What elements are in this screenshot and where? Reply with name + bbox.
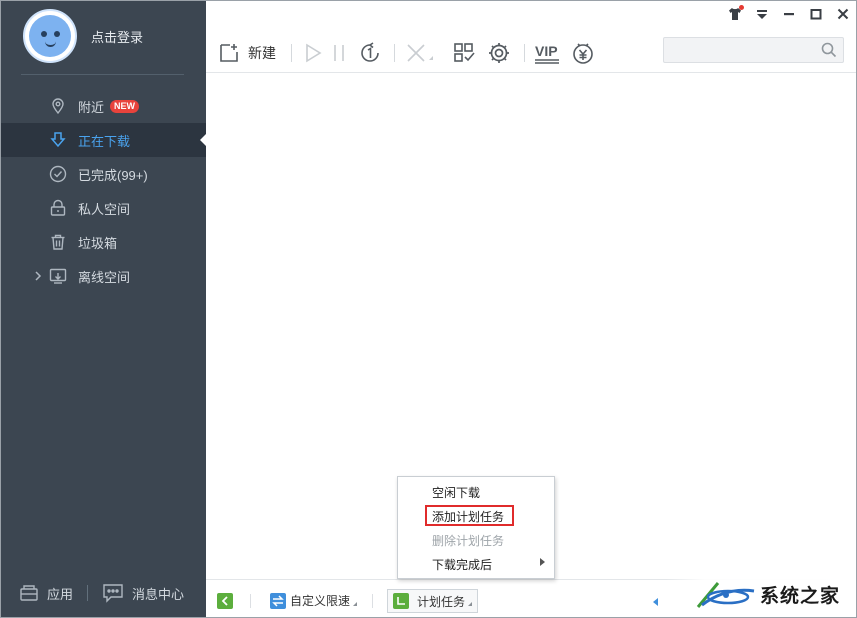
download-arrow-icon bbox=[50, 132, 66, 148]
speed-limit-button[interactable]: 自定义限速 bbox=[270, 592, 358, 609]
vip-label: VIP bbox=[535, 43, 558, 59]
dropdown-caret-icon bbox=[468, 602, 473, 606]
apps-label: 应用 bbox=[47, 586, 74, 602]
app-window: 点击登录 附近 NEW 正在下载 已完成(99+) 私人空间 垃圾箱 离线空间 … bbox=[0, 0, 857, 618]
start-button[interactable] bbox=[302, 39, 324, 67]
apps-icon bbox=[20, 585, 38, 601]
vip-button[interactable]: VIP bbox=[534, 39, 560, 67]
lock-icon bbox=[50, 199, 66, 216]
pause-icon bbox=[334, 45, 344, 61]
toolbar-separator bbox=[394, 44, 395, 62]
chevron-right-icon[interactable] bbox=[34, 270, 42, 282]
new-task-label: 新建 bbox=[248, 45, 276, 61]
cloud-download-icon bbox=[49, 268, 67, 284]
delete-x-icon bbox=[407, 44, 433, 62]
arrow-left-icon bbox=[653, 598, 658, 606]
menu-dropdown-icon bbox=[757, 10, 767, 19]
sidebar-item-private[interactable]: 私人空间 bbox=[1, 191, 206, 225]
schedule-task-button[interactable]: 计划任务 bbox=[387, 589, 479, 613]
search-box bbox=[663, 37, 844, 63]
new-badge: NEW bbox=[110, 99, 140, 113]
apps-button[interactable]: 应用 bbox=[19, 584, 73, 603]
menu-item-after-download[interactable]: 下载完成后 bbox=[432, 556, 492, 573]
sidebar-nav: 附近 NEW 正在下载 已完成(99+) 私人空间 垃圾箱 离线空间 bbox=[1, 89, 206, 293]
submenu-arrow-icon bbox=[540, 558, 545, 566]
sidebar-item-label: 离线空间 bbox=[78, 269, 131, 285]
sidebar-item-label: 私人空间 bbox=[78, 201, 131, 217]
dropdown-caret-icon bbox=[353, 601, 358, 606]
chat-bubble-icon bbox=[103, 584, 123, 603]
trash-icon bbox=[51, 234, 65, 250]
sidebar-item-trash[interactable]: 垃圾箱 bbox=[1, 225, 206, 259]
location-pin-icon bbox=[52, 98, 64, 115]
toolbar-separator bbox=[291, 44, 292, 62]
number-one-circle-icon bbox=[361, 42, 379, 62]
check-circle-icon bbox=[49, 165, 67, 183]
menu-item-delete-schedule: 删除计划任务 bbox=[432, 534, 505, 548]
delete-button[interactable] bbox=[405, 39, 435, 67]
sidebar-divider bbox=[21, 74, 184, 75]
gear-icon bbox=[489, 43, 509, 63]
watermark: 系统之家 bbox=[666, 567, 856, 617]
skin-button[interactable] bbox=[728, 5, 744, 21]
bottom-separator bbox=[87, 585, 89, 601]
speed-limit-icon bbox=[270, 592, 286, 609]
chevron-left-icon bbox=[221, 596, 228, 606]
status-separator bbox=[250, 594, 251, 608]
message-center-button[interactable]: 消息中心 bbox=[102, 583, 184, 603]
sidebar-item-nearby[interactable]: 附近 NEW bbox=[1, 89, 206, 123]
toolbar-separator bbox=[524, 44, 525, 62]
maximize-icon bbox=[810, 9, 822, 20]
grid-check-icon bbox=[454, 43, 475, 62]
collapse-button[interactable] bbox=[217, 593, 233, 609]
vip-icon: VIP bbox=[535, 43, 559, 64]
sidebar-item-label: 正在下载 bbox=[78, 133, 131, 149]
minimize-button[interactable] bbox=[782, 7, 796, 21]
minimize-icon bbox=[784, 13, 794, 16]
select-grid-button[interactable] bbox=[453, 39, 477, 67]
play-icon bbox=[306, 43, 322, 63]
avatar[interactable] bbox=[23, 9, 77, 63]
schedule-task-label: 计划任务 bbox=[417, 594, 466, 609]
sidebar-item-label: 垃圾箱 bbox=[78, 235, 118, 251]
menu-dropdown-button[interactable] bbox=[755, 7, 769, 21]
money-bag-icon bbox=[573, 43, 593, 64]
close-button[interactable] bbox=[836, 7, 850, 21]
new-file-icon bbox=[220, 44, 238, 62]
schedule-context-menu: 空闲下载 添加计划任务 删除计划任务 下载完成后 bbox=[397, 476, 555, 579]
login-link[interactable]: 点击登录 bbox=[91, 27, 143, 46]
toolbar: 新建 VIP bbox=[206, 33, 856, 73]
search-input[interactable] bbox=[664, 38, 814, 62]
schedule-clock-icon bbox=[393, 593, 409, 609]
menu-item-add-schedule[interactable]: 添加计划任务 bbox=[432, 508, 504, 525]
search-icon[interactable] bbox=[821, 42, 837, 58]
sidebar-item-label: 已完成(99+) bbox=[78, 167, 148, 183]
watermark-text: 系统之家 bbox=[760, 586, 841, 607]
status-separator bbox=[372, 594, 373, 608]
sidebar: 点击登录 附近 NEW 正在下载 已完成(99+) 私人空间 垃圾箱 离线空间 … bbox=[1, 1, 206, 617]
single-task-button[interactable] bbox=[358, 39, 382, 67]
window-controls bbox=[728, 5, 850, 21]
message-center-label: 消息中心 bbox=[132, 586, 185, 602]
sidebar-bottom-bar: 应用 消息中心 bbox=[1, 573, 206, 613]
maximize-button[interactable] bbox=[809, 7, 823, 21]
sidebar-item-completed[interactable]: 已完成(99+) bbox=[1, 157, 206, 191]
notification-dot bbox=[739, 5, 744, 10]
menu-item-idle-download[interactable]: 空闲下载 bbox=[432, 484, 480, 501]
new-task-button[interactable]: 新建 bbox=[218, 39, 276, 67]
close-icon bbox=[837, 8, 849, 20]
speed-limit-label: 自定义限速 bbox=[290, 594, 351, 608]
watermark-logo-icon bbox=[696, 582, 755, 608]
coupon-button[interactable] bbox=[570, 39, 596, 67]
avatar-face-icon bbox=[29, 15, 71, 57]
settings-button[interactable] bbox=[487, 39, 511, 67]
pause-button[interactable] bbox=[332, 39, 346, 67]
sidebar-item-label: 附近 bbox=[78, 99, 105, 115]
sidebar-item-offline[interactable]: 离线空间 bbox=[1, 259, 206, 293]
sidebar-item-downloading[interactable]: 正在下载 bbox=[1, 123, 206, 157]
